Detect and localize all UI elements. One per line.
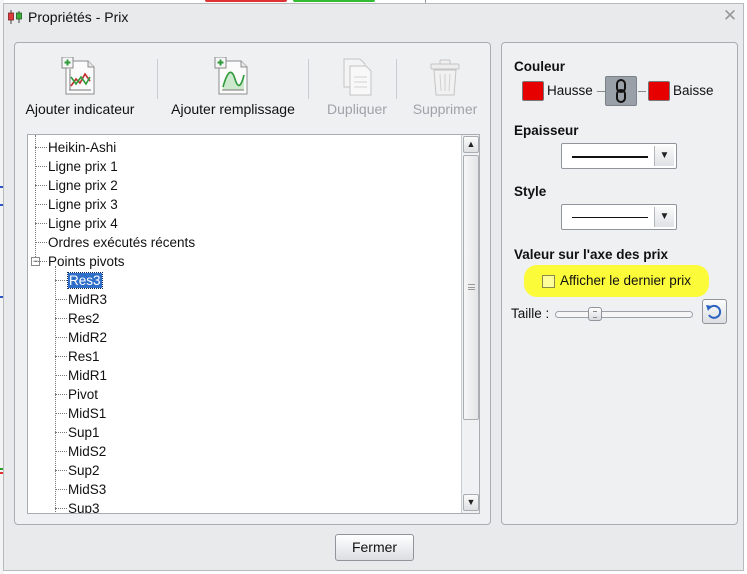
tree-item-midr2[interactable]: MidR2 — [54, 328, 107, 347]
link-colors-toggle[interactable] — [605, 76, 637, 106]
add-indicator-label: Ajouter indicateur — [25, 101, 135, 117]
show-last-price-label[interactable]: Afficher le dernier prix — [560, 273, 691, 288]
trash-icon — [430, 59, 460, 96]
close-button[interactable]: Fermer — [335, 534, 414, 561]
thickness-dropdown[interactable]: ▼ — [561, 143, 677, 169]
chain-link-icon — [616, 79, 626, 103]
tree-item-heikin-ashi[interactable]: Heikin-Ashi — [34, 138, 116, 157]
add-indicator-button[interactable]: Ajouter indicateur — [23, 57, 137, 117]
tree-item-sup3[interactable]: Sup3 — [55, 499, 100, 513]
toolbar-separator — [308, 59, 309, 99]
size-slider[interactable] — [555, 307, 693, 321]
background-red-button — [205, 0, 287, 2]
add-fill-label: Ajouter remplissage — [171, 101, 295, 117]
tree-item-midr1[interactable]: MidR1 — [54, 366, 107, 385]
duplicate-icon — [343, 58, 372, 96]
tree-item-sup1[interactable]: Sup1 — [55, 423, 100, 442]
tree-item-ligne-prix-2[interactable]: Ligne prix 2 — [35, 176, 118, 195]
reset-size-button[interactable] — [702, 299, 727, 324]
tree-scrollbar[interactable]: ▲ ▼ — [461, 135, 479, 513]
dialog-title: Propriétés - Prix — [28, 9, 129, 25]
size-slider-thumb[interactable] — [588, 307, 602, 321]
duplicate-button[interactable]: Dupliquer — [317, 57, 397, 117]
tree-item-ligne-prix-4[interactable]: Ligne prix 4 — [35, 214, 118, 233]
color-label: Couleur — [514, 59, 566, 74]
tree-guide-line — [55, 266, 56, 513]
scroll-up-button[interactable]: ▲ — [463, 136, 479, 153]
delete-button[interactable]: Supprimer — [405, 57, 485, 117]
toolbar-separator — [157, 59, 158, 99]
toolbar-separator — [396, 59, 397, 99]
properties-panel: Couleur Hausse Baisse Epaisseur ▼ Style … — [501, 42, 738, 525]
scroll-thumb[interactable] — [463, 155, 479, 420]
add-fill-button[interactable]: Ajouter remplissage — [168, 57, 298, 117]
tree-item-ligne-prix-1[interactable]: Ligne prix 1 — [35, 157, 118, 176]
chevron-down-icon: ▼ — [654, 207, 674, 227]
delete-label: Supprimer — [412, 101, 478, 117]
tree-item-mids2[interactable]: MidS2 — [54, 442, 106, 461]
tree-item-res3[interactable]: Res3 — [55, 271, 103, 290]
close-icon[interactable]: ✕ — [721, 7, 739, 25]
price-axis-label: Valeur sur l'axe des prix — [514, 247, 669, 262]
tree-item-mids3[interactable]: MidS3 — [54, 480, 106, 499]
link-connector — [597, 91, 605, 92]
properties-dialog: Propriétés - Prix ✕ Ajouter indicateur A… — [3, 3, 744, 571]
reset-icon — [706, 304, 722, 319]
tree-item-res1[interactable]: Res1 — [55, 347, 100, 366]
tree-content: Heikin-Ashi Ligne prix 1 Ligne prix 2 Li… — [28, 135, 462, 513]
size-label: Taille : — [511, 306, 550, 321]
style-dropdown[interactable]: ▼ — [561, 204, 677, 230]
down-color-swatch[interactable] — [648, 81, 670, 101]
tree-item-midr3[interactable]: MidR3 — [54, 290, 107, 309]
tree-item-sup2[interactable]: Sup2 — [55, 461, 100, 480]
tree-item-res2[interactable]: Res2 — [55, 309, 100, 328]
add-fill-icon — [214, 57, 248, 95]
link-connector — [638, 91, 646, 92]
add-indicator-icon — [61, 57, 95, 95]
chevron-down-icon: ▼ — [654, 146, 674, 166]
indicator-list-panel: Ajouter indicateur Ajouter remplissage D… — [14, 42, 491, 525]
down-color-label: Baisse — [673, 83, 714, 98]
title-bar: Propriétés - Prix ✕ — [4, 4, 743, 30]
selected-item-label: Res3 — [67, 272, 103, 289]
up-color-swatch[interactable] — [522, 81, 544, 101]
up-color-label: Hausse — [547, 83, 593, 98]
candlestick-chart-icon — [8, 10, 22, 24]
background-green-button — [293, 0, 375, 2]
tree-item-points-pivots[interactable]: Points pivots — [35, 252, 125, 271]
duplicate-label: Dupliquer — [327, 101, 387, 117]
tree-item-pivot[interactable]: Pivot — [54, 385, 98, 404]
scroll-down-button[interactable]: ▼ — [463, 494, 479, 511]
indicator-tree: Heikin-Ashi Ligne prix 1 Ligne prix 2 Li… — [27, 134, 480, 514]
style-preview — [572, 217, 648, 218]
style-label: Style — [514, 184, 547, 199]
thickness-label: Epaisseur — [514, 123, 579, 138]
thickness-preview — [572, 156, 648, 158]
tree-item-ligne-prix-3[interactable]: Ligne prix 3 — [35, 195, 118, 214]
tree-item-ordres-executes[interactable]: Ordres exécutés récents — [34, 233, 195, 252]
show-last-price-checkbox[interactable] — [542, 275, 555, 288]
tree-item-mids1[interactable]: MidS1 — [54, 404, 106, 423]
scroll-grip-icon — [468, 284, 475, 290]
